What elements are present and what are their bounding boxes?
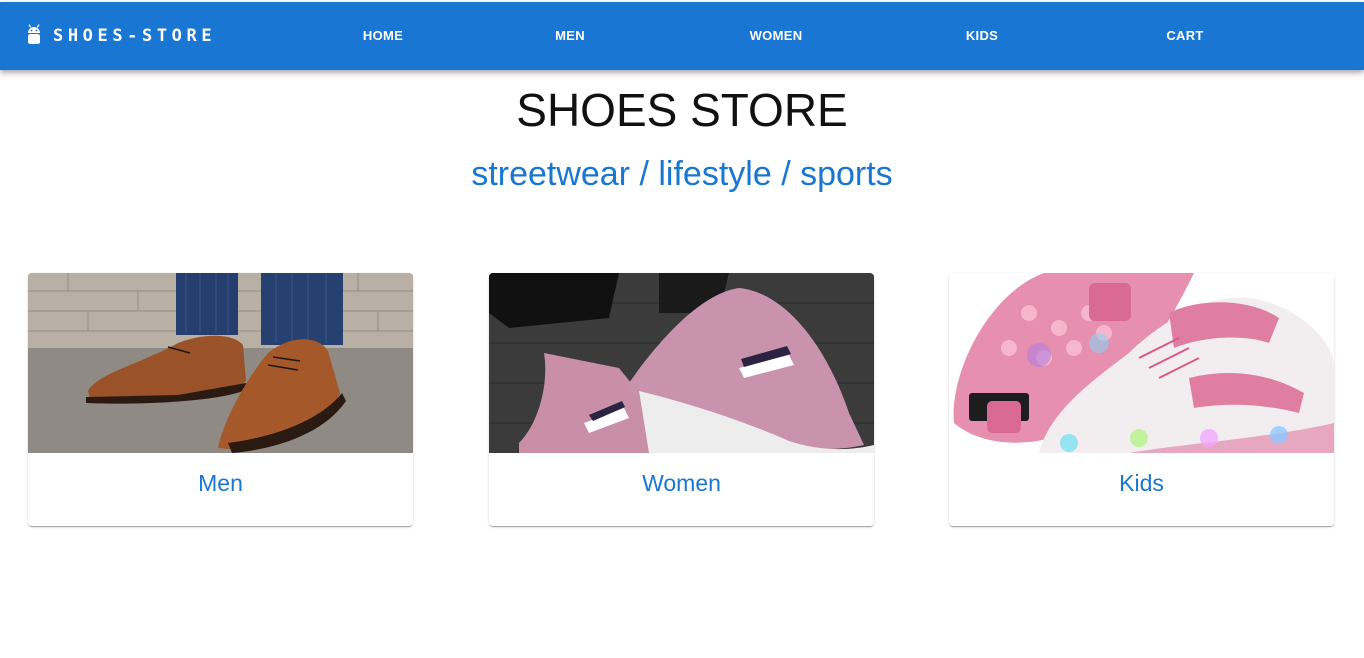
- category-card-kids[interactable]: Kids: [949, 273, 1334, 526]
- nav-men[interactable]: MEN: [515, 26, 625, 46]
- nav-kids[interactable]: KIDS: [927, 26, 1037, 46]
- women-shoes-image: [489, 273, 874, 453]
- category-card-men[interactable]: Men: [28, 273, 413, 526]
- category-label[interactable]: Kids: [949, 469, 1334, 497]
- category-label[interactable]: Women: [489, 469, 874, 497]
- brand-name: SHOES-STORE: [53, 26, 217, 46]
- kids-shoes-image: [949, 273, 1334, 453]
- page-subtitle: streetwear / lifestyle / sports: [471, 155, 893, 193]
- nav-home[interactable]: HOME: [328, 26, 438, 46]
- page-title: SHOES STORE: [516, 84, 848, 136]
- android-icon: [28, 24, 40, 44]
- men-shoes-image: [28, 273, 413, 453]
- brand[interactable]: SHOES-STORE: [26, 24, 216, 48]
- app-bar: SHOES-STORE HOME MEN WOMEN KIDS CART: [0, 2, 1364, 70]
- category-card-women[interactable]: Women: [489, 273, 874, 526]
- category-label[interactable]: Men: [28, 469, 413, 497]
- nav-cart[interactable]: CART: [1130, 26, 1240, 46]
- nav-women[interactable]: WOMEN: [721, 26, 831, 46]
